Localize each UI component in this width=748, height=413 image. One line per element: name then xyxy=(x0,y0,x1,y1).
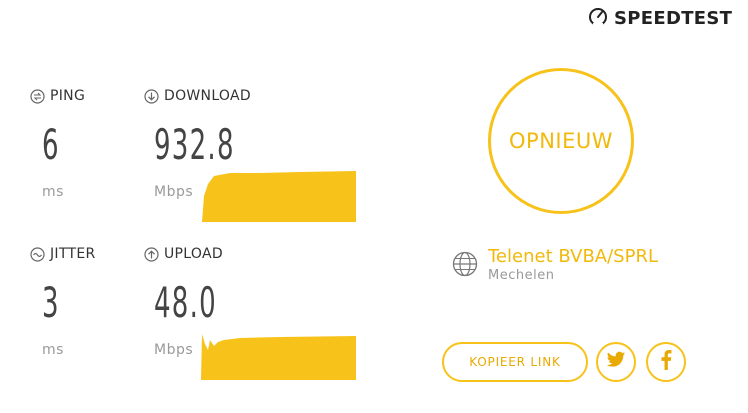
upload-graph xyxy=(201,334,356,380)
jitter-header: JITTER xyxy=(30,246,96,262)
upload-icon xyxy=(144,246,159,262)
restart-button[interactable]: OPNIEUW xyxy=(488,68,634,214)
upload-label: UPLOAD xyxy=(164,246,223,262)
jitter-icon xyxy=(30,246,45,262)
copy-link-label: KOPIEER LINK xyxy=(469,355,561,369)
jitter-label: JITTER xyxy=(50,246,96,262)
copy-link-button[interactable]: KOPIEER LINK xyxy=(442,342,588,382)
twitter-share-button[interactable] xyxy=(596,342,636,382)
ping-icon xyxy=(30,88,45,104)
speedometer-icon xyxy=(588,6,608,30)
facebook-share-button[interactable] xyxy=(646,342,686,382)
upload-header: UPLOAD xyxy=(144,246,223,262)
twitter-icon xyxy=(606,351,626,373)
ping-value: 6 xyxy=(42,120,60,169)
download-value: 932.8 xyxy=(154,120,235,169)
jitter-value: 3 xyxy=(42,278,60,327)
globe-icon xyxy=(452,251,478,281)
upload-unit: Mbps xyxy=(154,342,194,358)
jitter-unit: ms xyxy=(42,342,64,358)
download-header: DOWNLOAD xyxy=(144,88,251,104)
speedtest-brand: SPEEDTEST xyxy=(588,6,732,30)
download-graph xyxy=(202,171,356,222)
brand-name: SPEEDTEST xyxy=(614,7,733,29)
download-unit: Mbps xyxy=(154,184,194,200)
ping-unit: ms xyxy=(42,184,64,200)
download-label: DOWNLOAD xyxy=(164,88,251,104)
server-location: Mechelen xyxy=(488,268,555,283)
restart-label: OPNIEUW xyxy=(509,129,613,153)
isp-name[interactable]: Telenet BVBA/SPRL xyxy=(488,246,658,267)
facebook-icon xyxy=(660,350,672,374)
ping-label: PING xyxy=(50,88,86,104)
upload-value: 48.0 xyxy=(154,278,217,327)
download-icon xyxy=(144,88,159,104)
ping-header: PING xyxy=(30,88,85,104)
